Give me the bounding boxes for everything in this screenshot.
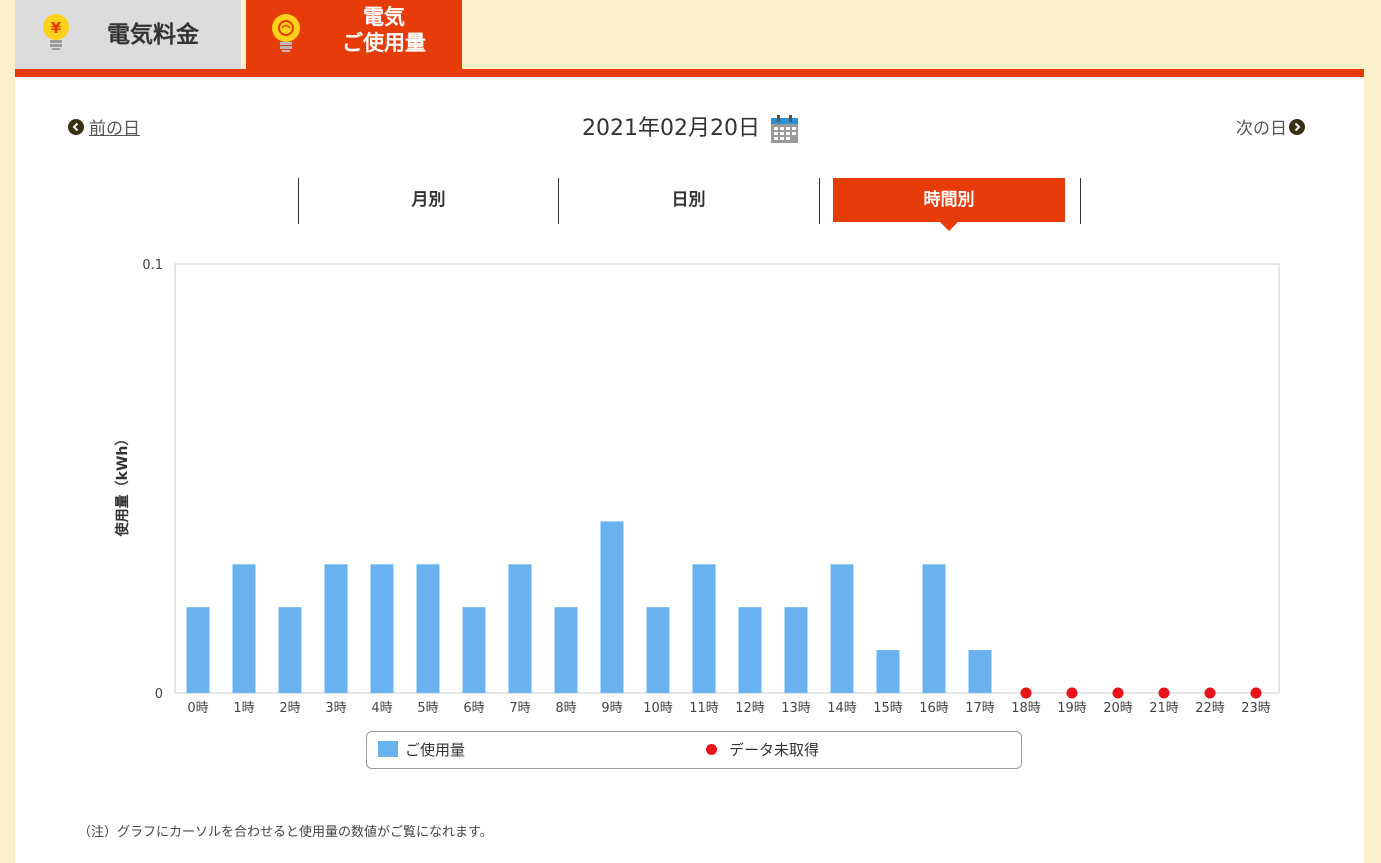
x-tick-label: 2時	[279, 701, 300, 716]
y-tick-label: 0	[155, 687, 163, 702]
x-tick-label: 20時	[1103, 701, 1133, 716]
x-tick-label: 15時	[873, 701, 903, 716]
bar	[876, 650, 900, 693]
missing-data-dot	[1066, 687, 1078, 699]
bar	[830, 564, 854, 693]
x-tick-label: 17時	[965, 701, 995, 716]
x-tick-label: 11時	[689, 701, 719, 716]
bar	[416, 564, 440, 693]
chart-note: （注）グラフにカーソルを合わせると使用量の数値がご覧になれます。	[78, 825, 493, 840]
bar	[922, 564, 946, 693]
missing-data-dot	[1204, 687, 1216, 699]
bar	[232, 564, 256, 693]
x-tick-label: 23時	[1241, 701, 1271, 716]
legend-usage-swatch	[378, 741, 398, 757]
x-tick-label: 9時	[601, 701, 622, 716]
legend-usage-label: ご使用量	[405, 741, 466, 759]
x-tick-label: 22時	[1195, 701, 1225, 716]
x-tick-label: 6時	[463, 701, 484, 716]
bar	[784, 607, 808, 693]
missing-data-dot	[1250, 687, 1262, 699]
x-tick-label: 14時	[827, 701, 857, 716]
bar	[600, 521, 624, 693]
bar	[186, 607, 210, 693]
bar	[738, 607, 762, 693]
x-tick-label: 13時	[781, 701, 811, 716]
x-tick-label: 12時	[735, 701, 765, 716]
bar	[370, 564, 394, 693]
hourly-usage-chart[interactable]: 0 0.1 0時 1時 2時 3時 4時 5時 6時 7時 8時 9時 10時 11時 12時 13時 14時 1…	[0, 0, 1381, 730]
missing-data-dot	[1020, 687, 1032, 699]
bar	[646, 607, 670, 693]
missing-data-dot	[1158, 687, 1170, 699]
x-tick-label: 1時	[233, 701, 254, 716]
legend-missing-dot	[706, 744, 717, 755]
bar	[692, 564, 716, 693]
x-tick-label: 7時	[509, 701, 530, 716]
bar	[462, 607, 486, 693]
x-tick-label: 4時	[371, 701, 392, 716]
x-tick-label: 21時	[1149, 701, 1179, 716]
y-tick-label: 0.1	[142, 258, 163, 273]
chart-legend: ご使用量 データ未取得	[366, 731, 1022, 769]
bar	[278, 607, 302, 693]
legend-missing-label: データ未取得	[729, 741, 820, 759]
missing-data-dot	[1112, 687, 1124, 699]
x-tick-label: 5時	[417, 701, 438, 716]
x-tick-label: 19時	[1057, 701, 1087, 716]
x-tick-label: 8時	[555, 701, 576, 716]
x-tick-label: 16時	[919, 701, 949, 716]
bar	[324, 564, 348, 693]
bar	[554, 607, 578, 693]
bar	[508, 564, 532, 693]
x-tick-label: 18時	[1011, 701, 1041, 716]
x-tick-label: 10時	[643, 701, 673, 716]
x-tick-label: 0時	[187, 701, 208, 716]
x-tick-label: 3時	[325, 701, 346, 716]
bar	[968, 650, 992, 693]
